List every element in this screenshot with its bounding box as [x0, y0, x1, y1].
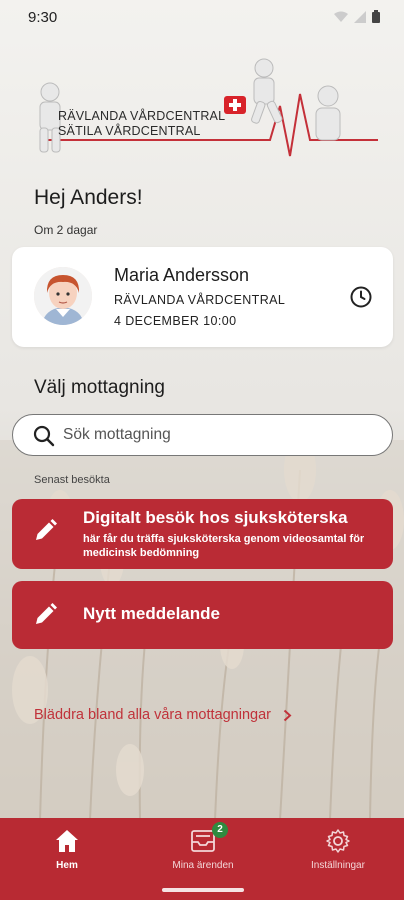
avatar	[34, 267, 92, 325]
tab-label: Mina ärenden	[172, 860, 234, 871]
search-icon	[33, 425, 55, 447]
tab-home[interactable]: Hem	[12, 824, 122, 878]
browse-all-link[interactable]: Bläddra bland alla våra mottagningar	[34, 707, 292, 723]
service-title: Nytt meddelande	[83, 604, 220, 623]
browse-all-label: Bläddra bland alla våra mottagningar	[34, 707, 271, 723]
appointment-clinic: RÄVLANDA VÅRDCENTRAL	[114, 293, 286, 307]
logo-text-line1: RÄVLANDA VÅRDCENTRAL	[58, 109, 226, 123]
appointment-provider-name: Maria Andersson	[114, 265, 250, 285]
battery-icon	[372, 10, 380, 23]
gear-icon	[326, 829, 350, 853]
clinic-logo: RÄVLANDA VÅRDCENTRAL SÄTILA VÅRDCENTRAL	[28, 56, 378, 166]
service-title: Digitalt besök hos sjuksköterska	[83, 508, 348, 527]
digital-visit-button[interactable]: Digitalt besök hos sjuksköterska här får…	[12, 499, 393, 569]
bottom-tab-bar: Hem 2 Mina ärenden Inställningar	[0, 818, 404, 900]
logo-text-line2: SÄTILA VÅRDCENTRAL	[58, 124, 201, 138]
chevron-right-icon	[283, 709, 292, 721]
clock-icon	[350, 286, 372, 308]
appointment-date: 4 DECEMBER 10:00	[114, 314, 237, 328]
tab-my-cases[interactable]: 2 Mina ärenden	[148, 822, 258, 878]
upcoming-label: Om 2 dagar	[34, 223, 98, 237]
wifi-icon	[334, 11, 348, 22]
signal-icon	[354, 10, 366, 23]
status-time: 9:30	[28, 9, 58, 26]
new-message-button[interactable]: Nytt meddelande	[12, 581, 393, 649]
notification-badge: 2	[212, 822, 228, 838]
tab-label: Hem	[56, 860, 78, 871]
nurse-avatar-image	[34, 267, 92, 325]
home-indicator	[162, 888, 244, 892]
status-icons	[334, 10, 380, 23]
greeting-heading: Hej Anders!	[34, 186, 143, 209]
recent-label: Senast besökta	[34, 474, 110, 486]
service-description: här får du träffa sjuksköterska genom vi…	[83, 533, 365, 559]
search-input[interactable]	[63, 424, 363, 446]
tab-settings[interactable]: Inställningar	[283, 824, 393, 878]
home-icon	[56, 830, 78, 852]
section-title: Välj mottagning	[34, 377, 165, 398]
pencil-icon	[36, 603, 57, 624]
search-box[interactable]	[12, 414, 393, 456]
status-bar: 9:30	[0, 0, 404, 36]
tab-label: Inställningar	[311, 860, 365, 871]
appointment-card[interactable]: Maria Andersson RÄVLANDA VÅRDCENTRAL 4 D…	[12, 247, 393, 347]
pencil-icon	[36, 519, 57, 540]
